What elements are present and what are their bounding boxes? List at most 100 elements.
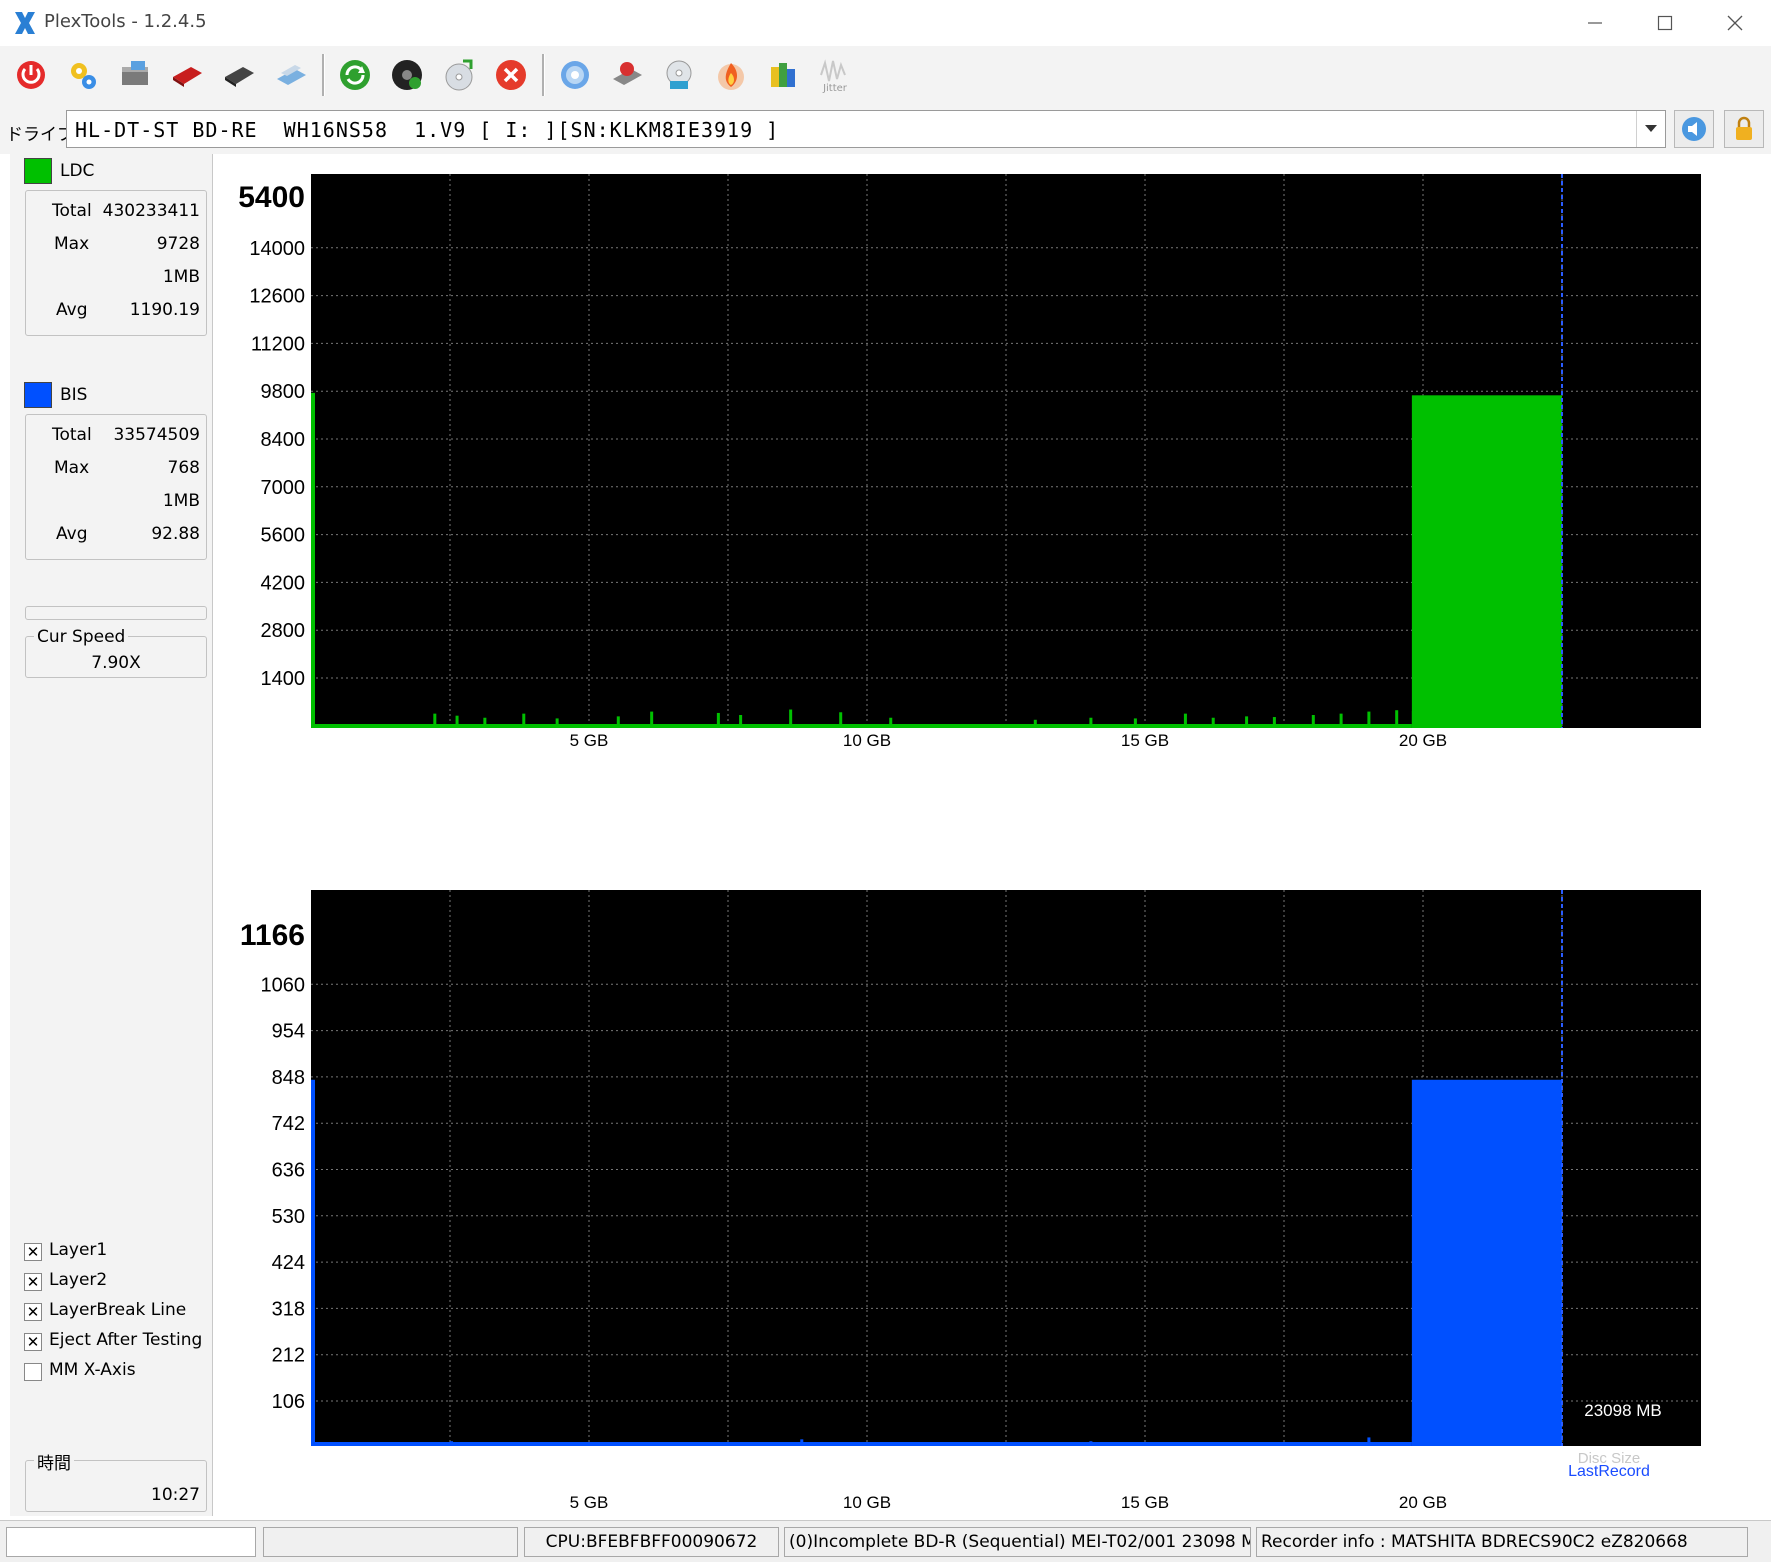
disc-icon (561, 61, 589, 89)
y-tick-label: 530 (272, 1206, 305, 1228)
y-tick-label: 848 (272, 1067, 305, 1089)
disc-add-icon (445, 59, 473, 91)
layer1-label: Layer1 (49, 1240, 108, 1260)
eject-button[interactable] (604, 52, 650, 98)
stop-icon (496, 60, 526, 90)
lock-button[interactable] (1724, 110, 1764, 148)
bis-stats-box: Total 33574509 Max 768 1MB Avg 92.88 (25, 414, 207, 560)
close-button[interactable] (1700, 0, 1770, 46)
title-bar: PlexTools - 1.2.4.5 (0, 0, 1771, 47)
disc-add-button[interactable] (436, 52, 482, 98)
data-bar (311, 1079, 315, 1446)
record-button[interactable] (384, 52, 430, 98)
status-input[interactable] (6, 1527, 256, 1557)
book-icon (771, 63, 795, 87)
fire-icon (718, 63, 744, 90)
y-tick-label: 318 (272, 1298, 305, 1320)
book-button[interactable] (760, 52, 806, 98)
bis-chart: 1166 1060 954 848 742 636 530 424 318 212 106 5 GB 1… (240, 890, 1701, 1512)
power-icon (17, 61, 45, 89)
time-value: 10:27 (151, 1485, 200, 1505)
ldc-chart: 5400 14000 12600 11200 9800 8400 7000 5600 4200 2… (238, 174, 1701, 750)
ldc-unit: 1MB (162, 267, 200, 287)
x-tick-label: 20 GB (1399, 1493, 1447, 1512)
toolbar-separator (322, 54, 325, 96)
app-logo-icon (15, 12, 35, 34)
drive-info-small-button[interactable] (1674, 110, 1714, 148)
eject-after-testing-label: Eject After Testing (49, 1330, 203, 1350)
y-tick-label: 5400 (238, 181, 305, 214)
y-tick-label: 106 (272, 1391, 305, 1413)
eject-after-testing-checkbox[interactable]: ✕ (24, 1333, 42, 1351)
eject-icon (613, 62, 642, 85)
fire-button[interactable] (708, 52, 754, 98)
dvd-button[interactable] (164, 52, 210, 98)
layer2-label: Layer2 (49, 1270, 108, 1290)
data-block (1411, 1079, 1562, 1446)
bis-avg-value: 92.88 (151, 524, 200, 544)
x-tick-label: 5 GB (570, 731, 609, 750)
bd-icon (225, 67, 254, 87)
settings-icon (71, 63, 96, 89)
toolbar: Jitter (0, 46, 1771, 109)
y-tick-label: 14000 (249, 238, 305, 260)
x-tick-label: 5 GB (570, 1493, 609, 1512)
status-disc-info: (0)Incomplete BD-R (Sequential) MEI-T02/… (784, 1527, 1251, 1557)
baseline-trace (311, 1442, 1412, 1446)
y-tick-label: 424 (272, 1252, 305, 1274)
window-title: PlexTools - 1.2.4.5 (44, 11, 207, 32)
minimize-button[interactable] (1560, 0, 1630, 46)
dropdown-arrow[interactable] (1636, 111, 1665, 147)
x-tick-label: 15 GB (1121, 1493, 1169, 1512)
ldc-max-value: 9728 (156, 234, 200, 254)
layer2-checkbox[interactable]: ✕ (24, 1273, 42, 1291)
bis-max-value: 768 (167, 458, 200, 478)
mm-x-axis-checkbox[interactable] (24, 1363, 42, 1381)
chart-area: 5400 14000 12600 11200 9800 8400 7000 5600 4200 2… (213, 154, 1771, 1520)
maximize-button[interactable] (1630, 0, 1700, 46)
ldc-avg-value: 1190.19 (129, 300, 200, 320)
progress-bar (25, 606, 207, 620)
y-tick-label: 1166 (240, 919, 305, 952)
speaker-icon (1682, 117, 1706, 141)
ldc-avg-label: Avg (56, 300, 88, 320)
drive-select[interactable]: HL-DT-ST BD-RE WH16NS58 1.V9 [ I: ][SN:K… (66, 110, 1666, 148)
power-button[interactable] (8, 52, 54, 98)
layerbreak-line-checkbox[interactable]: ✕ (24, 1303, 42, 1321)
time-label: 時間 (34, 1449, 74, 1474)
layer1-checkbox[interactable]: ✕ (24, 1243, 42, 1261)
mm-x-axis-label: MM X-Axis (49, 1360, 136, 1380)
bis-max-label: Max (54, 458, 90, 478)
x-tick-label: 10 GB (843, 731, 891, 750)
layerbreak-line-label: LayerBreak Line (49, 1300, 187, 1320)
maximize-icon (1657, 15, 1673, 31)
y-tick-label: 11200 (251, 333, 305, 355)
disc-button[interactable] (552, 52, 598, 98)
settings-button[interactable] (60, 52, 106, 98)
disc-write-icon (666, 60, 692, 89)
y-tick-label: 2800 (261, 620, 306, 642)
ldc-total-label: Total (52, 201, 92, 221)
y-tick-label: 12600 (249, 286, 305, 308)
chevron-down-icon (1645, 125, 1657, 132)
drive-info-button[interactable] (112, 52, 158, 98)
drive-info-icon (122, 61, 148, 85)
minimize-icon (1588, 22, 1602, 24)
disc-write-button[interactable] (656, 52, 702, 98)
y-tick-label: 8400 (261, 429, 306, 451)
dvd-icon (173, 67, 202, 87)
y-tick-label: 7000 (261, 477, 306, 499)
disc-size-annotation: 23098 MB (1584, 1401, 1662, 1420)
status-cpu: CPU:BFEBFBFF00090672 (524, 1527, 779, 1557)
bis-avg-label: Avg (56, 524, 88, 544)
stop-button[interactable] (488, 52, 534, 98)
jitter-button[interactable]: Jitter (812, 52, 858, 98)
x-tick-label: 15 GB (1121, 731, 1169, 750)
time-box: 時間 10:27 (25, 1449, 207, 1512)
y-tick-label: 636 (272, 1160, 305, 1182)
baseline-trace (311, 724, 1412, 728)
refresh-button[interactable] (332, 52, 378, 98)
bd-button[interactable] (216, 52, 262, 98)
record-icon (392, 60, 422, 90)
scanner-button[interactable] (268, 52, 314, 98)
